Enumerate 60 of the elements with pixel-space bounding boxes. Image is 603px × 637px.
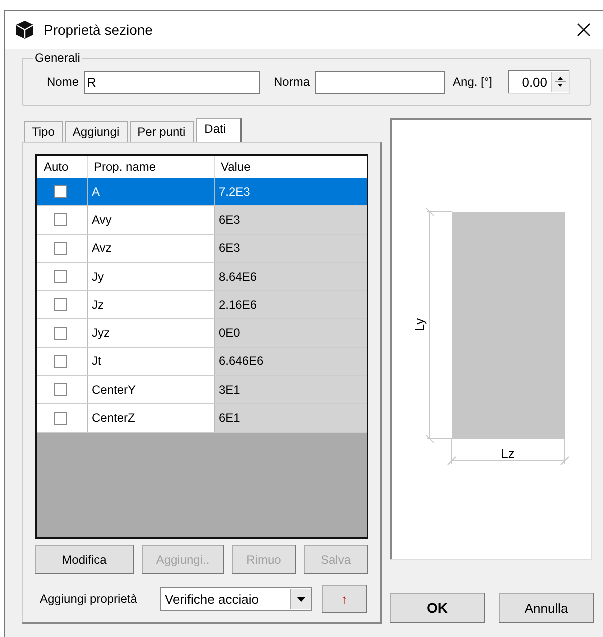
text-field[interactable] <box>315 70 446 94</box>
table-cell: 2.16E6 <box>215 291 367 318</box>
window-title: Proprietà sezione <box>44 22 153 38</box>
table-cell: 8.64E6 <box>215 262 367 290</box>
up-button[interactable]: ↑ <box>322 585 367 613</box>
table-cell: Avz <box>88 234 215 262</box>
table-cell: 7.2E3 <box>215 178 367 206</box>
checkbox[interactable] <box>54 298 67 312</box>
table-cell: CenterY <box>88 376 215 404</box>
table-cell: Avy <box>88 206 215 234</box>
cube-icon <box>15 20 35 40</box>
dimension-label: Lz <box>501 446 515 461</box>
field-label: Nome <box>47 75 80 89</box>
checkbox[interactable] <box>54 242 67 255</box>
dimension-label: Ly <box>412 318 427 332</box>
property-dropdown[interactable]: Verifiche acciaio <box>160 587 312 611</box>
table-row[interactable]: A 7.2E3 <box>37 178 367 206</box>
table-row[interactable]: CenterY 3E1 <box>37 376 367 404</box>
group-title: Generali <box>33 51 82 65</box>
tab[interactable]: Per punti <box>130 121 194 142</box>
cancel-button[interactable]: Annulla <box>499 593 594 623</box>
table-cell: Jt <box>88 348 215 376</box>
table-cell: Jz <box>88 291 215 318</box>
dropdown-arrow-icon <box>296 596 306 602</box>
table-cell: 6E1 <box>215 404 367 432</box>
table-cell: 3E1 <box>215 376 367 404</box>
table-row[interactable]: Avy 6E3 <box>37 206 367 235</box>
angle-spinner[interactable]: 0.00 <box>508 70 570 94</box>
table-cell: Jy <box>88 262 215 290</box>
checkbox[interactable] <box>54 383 67 396</box>
table-row[interactable]: CenterZ 6E1 <box>37 404 367 433</box>
text-field[interactable]: R <box>84 70 260 94</box>
checkbox[interactable] <box>54 326 67 340</box>
table-cell: 0E0 <box>215 319 367 347</box>
table-cell: 6.646E6 <box>215 348 367 376</box>
tab[interactable]: Dati <box>196 118 242 142</box>
field-label: Ang. [°] <box>453 75 493 89</box>
table-cell: 6E3 <box>215 234 367 262</box>
tab[interactable]: Aggiungi <box>64 121 128 142</box>
table-cell: 6E3 <box>215 206 367 234</box>
table-row[interactable]: Jt 6.646E6 <box>37 348 367 376</box>
checkbox[interactable] <box>54 213 67 226</box>
ok-button[interactable]: OK <box>390 593 485 623</box>
table-row[interactable]: Jyz 0E0 <box>37 319 367 348</box>
column-header[interactable]: Value <box>215 156 367 178</box>
table-row[interactable]: Jz 2.16E6 <box>37 291 367 320</box>
checkbox[interactable] <box>54 412 67 425</box>
close-icon[interactable] <box>577 23 591 37</box>
add-property-label: Aggiungi proprietà <box>40 592 138 606</box>
checkbox[interactable] <box>54 354 67 368</box>
action-button[interactable]: Modifica <box>35 545 134 574</box>
field-label: Norma <box>274 75 310 89</box>
checkbox[interactable] <box>54 185 67 198</box>
table-row[interactable]: Avz 6E3 <box>37 234 367 263</box>
table-cell: A <box>88 178 215 206</box>
table-cell: Jyz <box>88 319 215 347</box>
checkbox[interactable] <box>54 270 67 284</box>
tab[interactable]: Tipo <box>24 121 63 142</box>
table-row[interactable]: Jy 8.64E6 <box>37 262 367 292</box>
table-cell: CenterZ <box>88 404 215 432</box>
